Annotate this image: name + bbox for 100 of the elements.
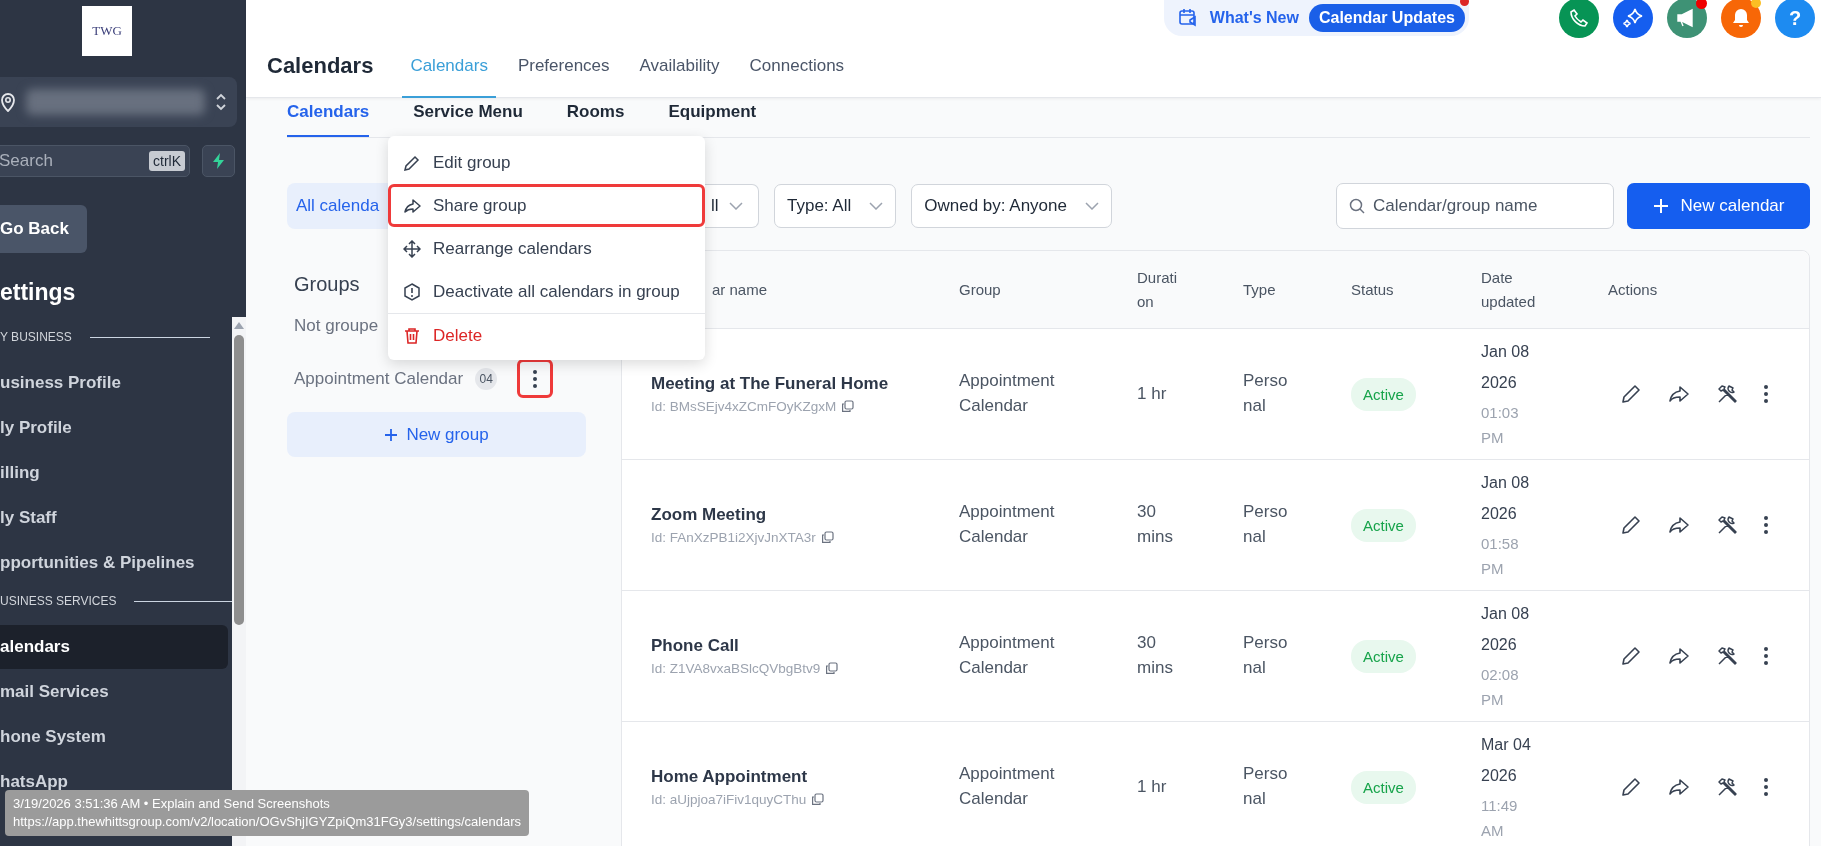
type-dropdown[interactable]: Type: All [774,184,897,228]
filter-dropdown[interactable]: ll [705,184,759,228]
calendar-name[interactable]: Meeting at The Funeral Home [651,374,889,394]
copy-icon[interactable] [811,793,825,806]
back-button[interactable]: Go Back [0,205,87,253]
group-item[interactable]: Not groupe [294,315,379,336]
share-arrow-icon [1668,514,1690,536]
whats-new-label: What's New [1209,9,1299,27]
settings-button[interactable] [1716,514,1738,536]
tab[interactable]: Connections [741,40,853,98]
column-header: ar name [712,281,768,298]
calendar-id: Id: aUjpjoa7iFiv1quyCThu [651,792,807,807]
group-item[interactable]: Appointment Calendar [294,368,464,389]
sidebar-item[interactable]: ly Profile [0,406,228,450]
tooltip-url: https://app.thewhittsgroup.com/v2/location/OGvShjIGYZpiQm31FGy3/settings/calendars [13,813,521,831]
date-cell-text: Mar 04 2026 [1481,735,1532,786]
settings-button[interactable] [1716,383,1738,405]
edit-button[interactable] [1620,776,1642,798]
sidebar-item[interactable]: hone System [0,715,228,759]
kebab-icon [1764,778,1768,796]
alert-octagon-icon [403,282,421,301]
time-cell-text: 01:03 PM [1481,402,1520,449]
share-button[interactable] [1668,776,1690,798]
new-group-button[interactable]: New group [287,412,586,457]
location-switcher[interactable] [0,77,237,127]
menu-item[interactable]: Share group [388,184,705,227]
notification-dot [1696,0,1707,9]
plus-icon [1652,198,1669,214]
more-options-button[interactable] [1764,647,1768,665]
phone-button[interactable] [1559,0,1599,38]
owner-dropdown[interactable]: Owned by: Anyone [911,184,1112,228]
group-cell-text: Appointment Calendar [959,763,1056,810]
more-options-button[interactable] [1764,516,1768,534]
edit-button[interactable] [1620,514,1642,536]
date-cell-text: Jan 08 2026 [1481,342,1531,393]
all-calendars-filter[interactable]: All calenda [287,183,388,229]
announcements-button[interactable] [1667,0,1707,38]
sub-tab[interactable]: Calendars [287,98,370,137]
column-header: Status [1351,281,1394,298]
pencil-icon [1620,383,1642,405]
kebab-icon [1764,647,1768,665]
settings-button[interactable] [1716,645,1738,667]
settings-button[interactable] [1716,776,1738,798]
menu-item[interactable]: Deactivate all calendars in group [388,270,705,313]
sub-tab[interactable]: Rooms [566,98,625,137]
notifications-button[interactable] [1721,0,1761,38]
share-button[interactable] [1668,383,1690,405]
calendar-id: Id: Z1VA8vxaBSlcQVbgBtv9 [651,661,821,676]
sub-tab[interactable]: Equipment [668,98,757,137]
calendar-name[interactable]: Phone Call [651,636,739,656]
menu-item[interactable]: Rearrange calendars [388,227,705,270]
sidebar-item[interactable]: alendars [0,625,228,669]
new-calendar-button[interactable]: New calendar [1627,183,1810,229]
date-cell-text: Jan 08 2026 [1481,604,1531,655]
copy-icon[interactable] [825,662,839,675]
time-cell-text: 01:58 PM [1481,533,1520,580]
quick-action-button[interactable] [202,145,235,177]
copy-icon[interactable] [841,400,855,413]
tab[interactable]: Availability [631,40,728,98]
edit-button[interactable] [1620,383,1642,405]
search-field[interactable]: Calendar/group name [1336,183,1614,229]
share-button[interactable] [1668,645,1690,667]
chevron-down-icon [869,202,884,210]
search-input[interactable]: Calendar/group name [1371,195,1601,217]
sidebar-item[interactable]: illing [0,451,228,495]
search-field[interactable]: Search ctrlK [0,145,190,177]
kebab-icon [1764,385,1768,403]
ai-button[interactable] [1613,0,1653,38]
menu-item[interactable]: Delete [388,314,705,357]
sparkle-icon [1622,7,1644,29]
whats-new-pill[interactable]: What's New Calendar Updates [1163,0,1469,36]
calendar-name[interactable]: Home Appointment [651,767,808,787]
pencil-icon [1620,776,1642,798]
sidebar-item[interactable]: usiness Profile [0,361,228,405]
type-cell-text: Personal [1243,370,1289,417]
pencil-icon [1620,514,1642,536]
column-header: Group [959,281,1001,298]
type-cell-text: Personal [1243,763,1289,810]
count-badge: 04 [475,367,498,390]
tab[interactable]: Preferences [509,40,618,98]
sidebar-item[interactable]: mail Services [0,670,228,714]
menu-item[interactable]: Edit group [388,141,705,184]
sub-tab[interactable]: Service Menu [413,98,523,137]
share-button[interactable] [1668,514,1690,536]
logo: TWG [82,6,132,56]
search-input[interactable]: Search [0,150,149,172]
sidebar-item[interactable]: ly Staff [0,496,228,540]
duration-cell-text: 30 mins [1137,632,1174,679]
copy-icon[interactable] [820,531,834,544]
more-options-button[interactable] [1764,385,1768,403]
lightning-icon [211,152,226,170]
phone-icon [1569,8,1589,28]
calendar-name[interactable]: Zoom Meeting [651,505,767,525]
edit-button[interactable] [1620,645,1642,667]
share-arrow-icon [1668,383,1690,405]
search-icon [1349,198,1365,214]
tools-icon [1716,383,1738,405]
more-options-button[interactable] [1764,778,1768,796]
sidebar-item[interactable]: pportunities & Pipelines [0,541,228,585]
trash-icon [403,326,421,345]
